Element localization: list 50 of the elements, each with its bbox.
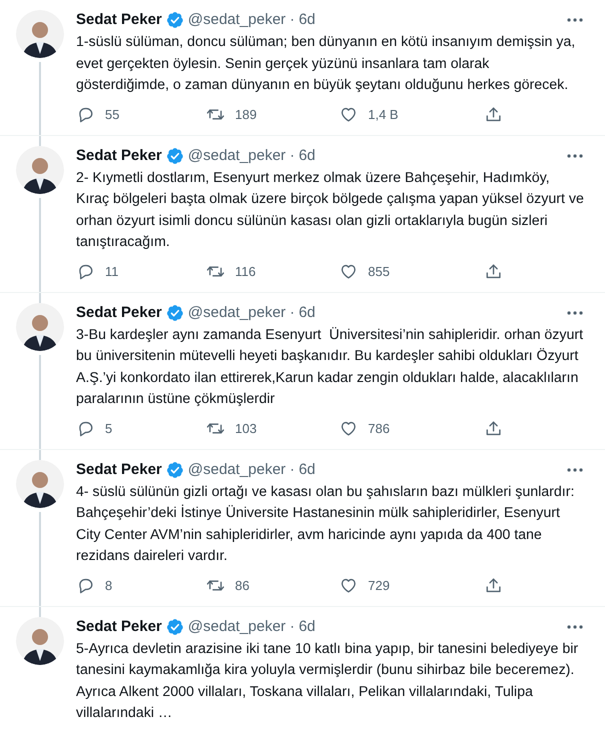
author-name[interactable]: Sedat Peker [76,302,162,322]
like-button[interactable]: 729 [339,576,484,595]
timestamp[interactable]: 6d [298,10,316,30]
reply-button[interactable]: 8 [76,576,206,595]
share-icon[interactable] [484,105,503,124]
timestamp[interactable]: 6d [298,460,316,480]
tweet-text: 1-süslü sülüman, doncu sülüman; ben dünyanın en kötü insanıyım demişsin ya, evet gerçekten öylesin. Senin gerçek yüzünü insanlara tam olarak gösterdiğimde, o zaman dünyanın en büyük şeytanı olduğunu herkes görecek. [76,33,576,95]
author-name[interactable]: Sedat Peker [76,10,162,30]
timestamp[interactable]: 6d [298,146,316,166]
like-button[interactable]: 1,4 B [339,105,484,124]
like-button[interactable]: 855 [339,262,484,281]
author-handle[interactable]: @sedat_peker [188,302,286,322]
author-handle[interactable]: @sedat_peker [188,460,286,480]
reply-button[interactable]: 5 [76,419,206,438]
avatar[interactable] [16,146,64,194]
like-button[interactable]: 786 [339,419,484,438]
dot-separator: · [290,616,295,636]
timestamp[interactable]: 6d [298,616,316,636]
dot-separator: · [290,10,295,30]
retweet-button[interactable]: 189 [206,105,339,124]
author-name[interactable]: Sedat Peker [76,616,162,636]
reply-button[interactable]: 55 [76,105,206,124]
share-icon[interactable] [484,576,503,595]
heart-icon [339,262,358,281]
tweet-text: 3-Bu kardeşler aynı zamanda Esenyurt Üniversitesi’nin sahipleridir. orhan özyurt bu üniversitenin mütevelli heyeti başkanıdır. Bu kardeşler sahibi oldukları Özyurt A.Ş.’yi konkordato ilan ettirerek,Karun kadar zengin oldukları halde, alacaklıların paralarının üstüne çökmüşlerdir [76,326,584,409]
retweet-button[interactable]: 116 [206,262,339,281]
author-handle[interactable]: @sedat_peker [188,10,286,30]
tweet-text: 4- süslü sülünün gizli ortağı ve kasası olan bu şahısların bazı mülkleri şunlardır: Bahçeşehir’deki İstinye Üniversite Hastanesinin mülk sahipleridirler, Esenyurt City Center AVM’nin sahipleridirler, avm haricinde aynı yapıda da 400 tane rezidans daireleri vardır. [76,482,576,566]
avatar[interactable] [16,616,64,664]
tweet-text: 5-Ayrıca devletin arazisine iki tane 10 katlı bina yapıp, bir tanesini belediyeye bir tanesini kaymakamlığa kira yoluyla vermişlerdir (bunu sihirbaz bile beceremez). Ayrıca Alkent 2000 villaları, Toskana villaları, Pelikan villalarındaki, Tulipa villalarındaki … [76,640,580,723]
author-name[interactable]: Sedat Peker [76,146,162,166]
author-handle[interactable]: @sedat_peker [188,616,286,636]
timestamp[interactable]: 6d [298,302,316,322]
share-icon[interactable] [484,262,503,281]
dot-separator: · [290,146,295,166]
author-name[interactable]: Sedat Peker [76,460,162,480]
avatar[interactable] [16,10,64,58]
heart-icon [339,419,358,438]
retweet-button[interactable]: 86 [206,576,339,595]
dot-separator: · [290,302,295,322]
author-handle[interactable]: @sedat_peker [188,146,286,166]
retweet-button[interactable]: 103 [206,419,339,438]
reply-button[interactable]: 11 [76,262,206,281]
avatar[interactable] [16,302,64,350]
heart-icon [339,576,358,595]
avatar[interactable] [16,460,64,508]
share-icon[interactable] [484,419,503,438]
heart-icon [339,105,358,124]
dot-separator: · [290,460,295,480]
tweet-text: 2- Kıymetli dostlarım, Esenyurt merkez olmak üzere Bahçeşehir, Hadımköy, Kıraç bölgeleri başta olmak üzere birçok bölgede çalışma yapan yüksel özyurt ve orhan özyurt isimli doncu sülünün kasası olan gizli ortaklarıyla bugün sizleri tanıştıracağım. [76,168,585,252]
